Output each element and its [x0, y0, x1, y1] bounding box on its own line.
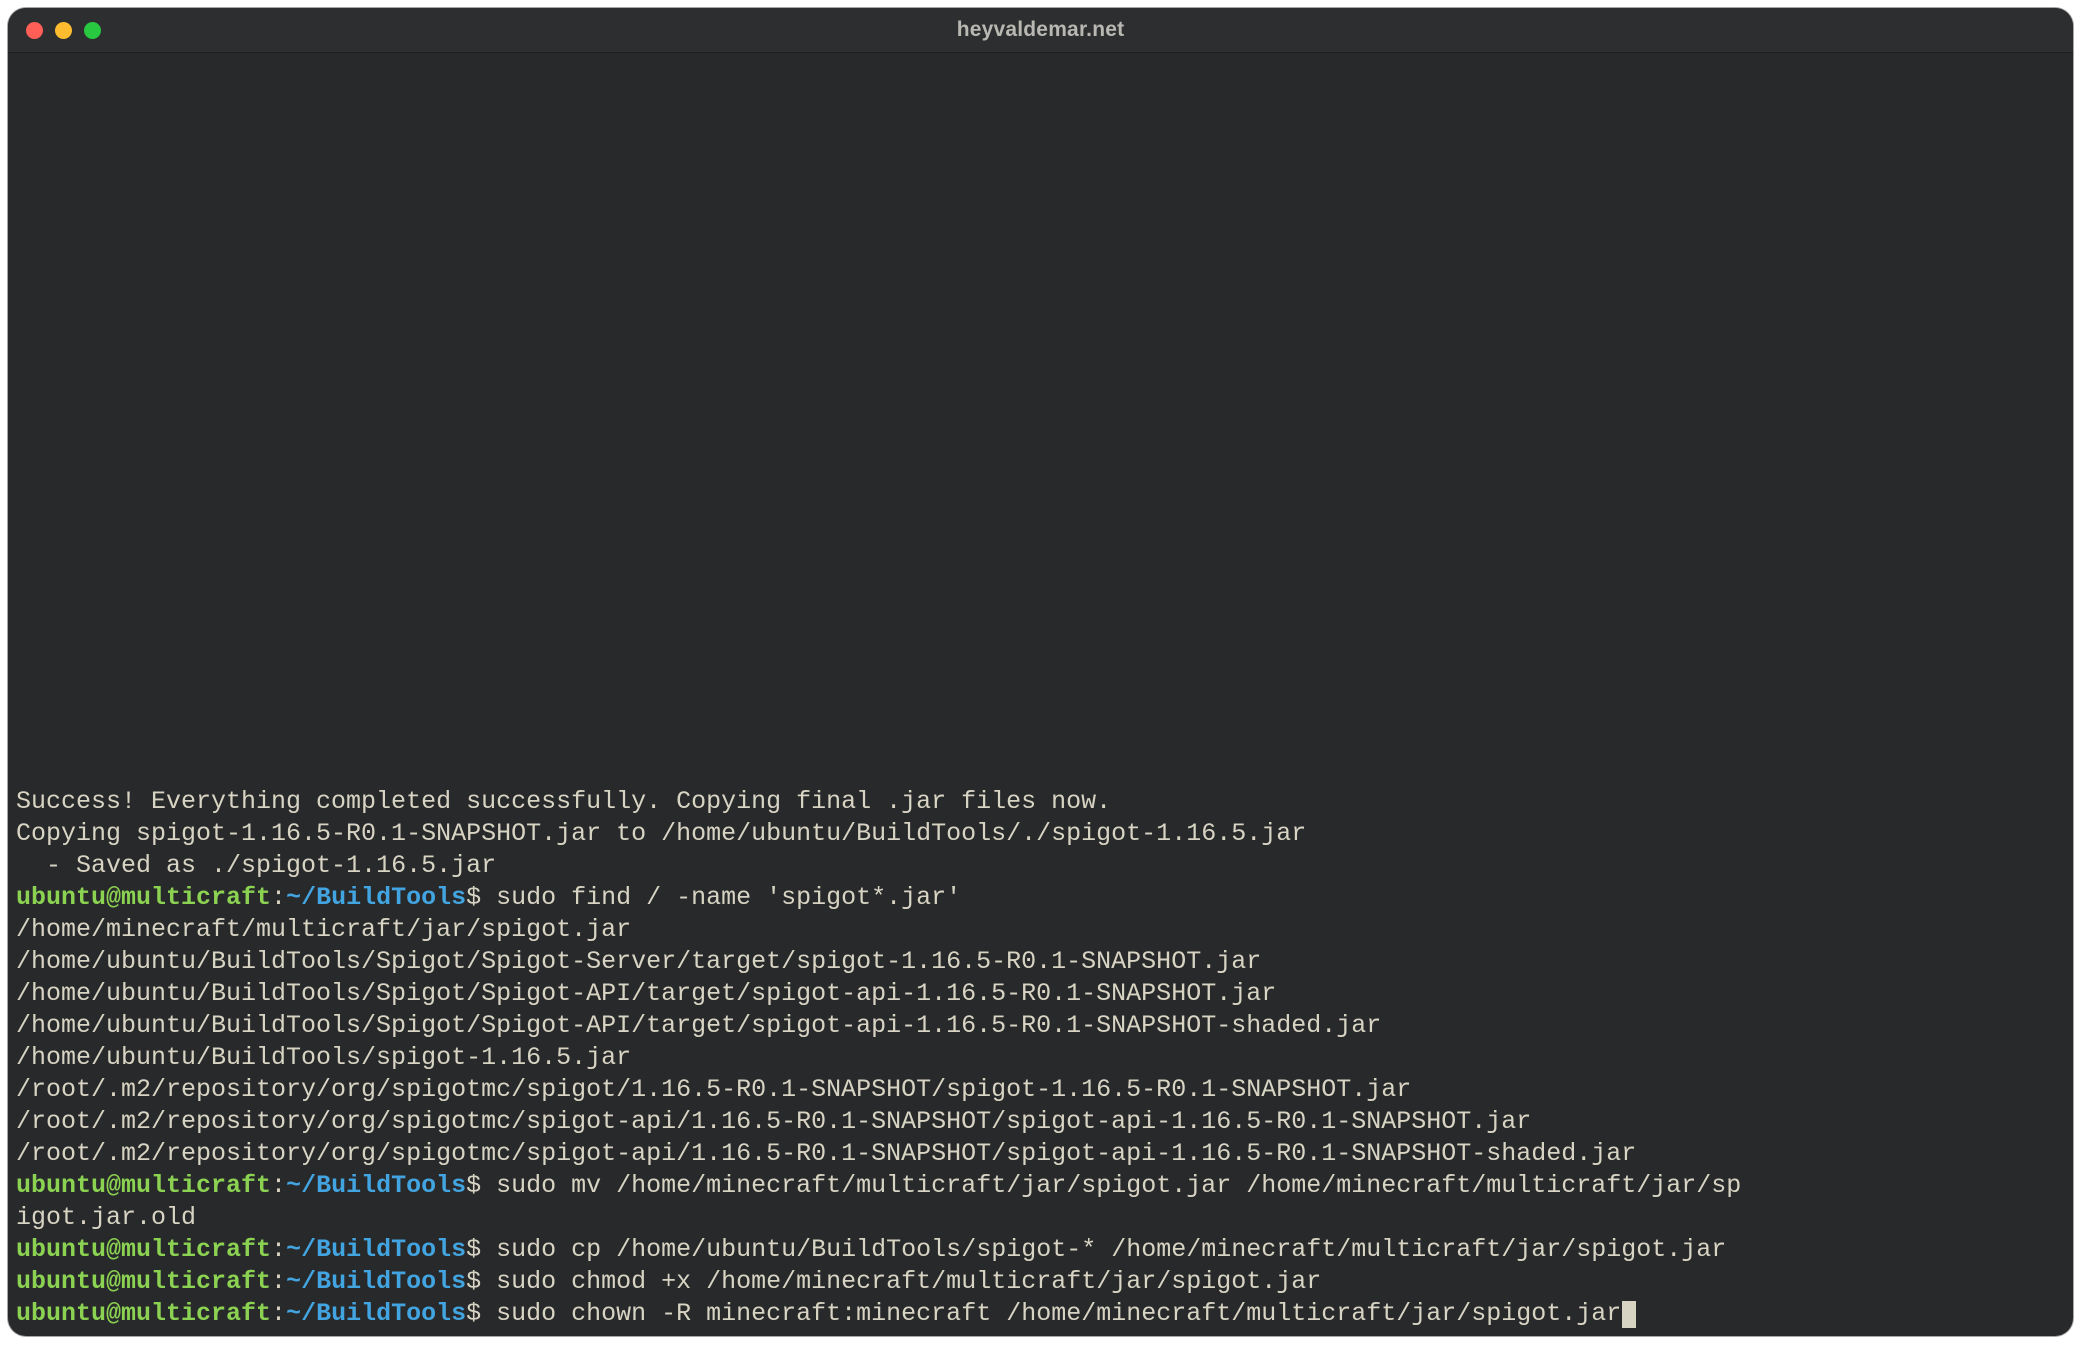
prompt-colon: : — [271, 1235, 286, 1264]
prompt-dollar: $ — [466, 1299, 481, 1328]
prompt-user-host: ubuntu@multicraft — [16, 1171, 271, 1200]
output-line: /root/.m2/repository/org/spigotmc/spigot… — [16, 1139, 1636, 1168]
prompt-colon: : — [271, 1171, 286, 1200]
prompt-path: ~/BuildTools — [286, 1267, 466, 1296]
prompt-dollar: $ — [466, 883, 481, 912]
prompt-dollar: $ — [466, 1235, 481, 1264]
command-mv: sudo mv /home/minecraft/multicraft/jar/s… — [481, 1171, 1741, 1200]
output-line: Success! Everything completed successful… — [16, 787, 1111, 816]
command-cp: sudo cp /home/ubuntu/BuildTools/spigot-*… — [481, 1235, 1726, 1264]
command-chown: sudo chown -R minecraft:minecraft /home/… — [481, 1299, 1621, 1328]
maximize-icon[interactable] — [84, 22, 101, 39]
command-find: sudo find / -name 'spigot*.jar' — [481, 883, 961, 912]
prompt-user-host: ubuntu@multicraft — [16, 1299, 271, 1328]
output-line: Copying spigot-1.16.5-R0.1-SNAPSHOT.jar … — [16, 819, 1306, 848]
output-line: /home/ubuntu/BuildTools/Spigot/Spigot-AP… — [16, 979, 1276, 1008]
prompt-path: ~/BuildTools — [286, 1171, 466, 1200]
prompt-user-host: ubuntu@multicraft — [16, 1235, 271, 1264]
cursor-icon — [1622, 1301, 1636, 1328]
command-chmod: sudo chmod +x /home/minecraft/multicraft… — [481, 1267, 1321, 1296]
prompt-path: ~/BuildTools — [286, 1235, 466, 1264]
prompt-colon: : — [271, 1267, 286, 1296]
window-title: heyvaldemar.net — [8, 18, 2073, 42]
prompt-dollar: $ — [466, 1267, 481, 1296]
output-line: /home/ubuntu/BuildTools/spigot-1.16.5.ja… — [16, 1043, 631, 1072]
titlebar: heyvaldemar.net — [8, 8, 2073, 53]
window-controls — [26, 22, 101, 39]
output-line: /home/minecraft/multicraft/jar/spigot.ja… — [16, 915, 631, 944]
prompt-dollar: $ — [466, 1171, 481, 1200]
prompt-colon: : — [271, 1299, 286, 1328]
command-mv-cont: igot.jar.old — [16, 1203, 196, 1232]
prompt-user-host: ubuntu@multicraft — [16, 883, 271, 912]
prompt-user-host: ubuntu@multicraft — [16, 1267, 271, 1296]
output-line: /root/.m2/repository/org/spigotmc/spigot… — [16, 1107, 1531, 1136]
output-line: - Saved as ./spigot-1.16.5.jar — [16, 851, 496, 880]
output-line: /home/ubuntu/BuildTools/Spigot/Spigot-AP… — [16, 1011, 1381, 1040]
terminal-body[interactable]: Success! Everything completed successful… — [8, 786, 2073, 1336]
prompt-path: ~/BuildTools — [286, 1299, 466, 1328]
prompt-colon: : — [271, 883, 286, 912]
close-icon[interactable] — [26, 22, 43, 39]
prompt-path: ~/BuildTools — [286, 883, 466, 912]
output-line: /home/ubuntu/BuildTools/Spigot/Spigot-Se… — [16, 947, 1261, 976]
minimize-icon[interactable] — [55, 22, 72, 39]
output-line: /root/.m2/repository/org/spigotmc/spigot… — [16, 1075, 1411, 1104]
terminal-window: heyvaldemar.net Success! Everything comp… — [8, 8, 2073, 1336]
